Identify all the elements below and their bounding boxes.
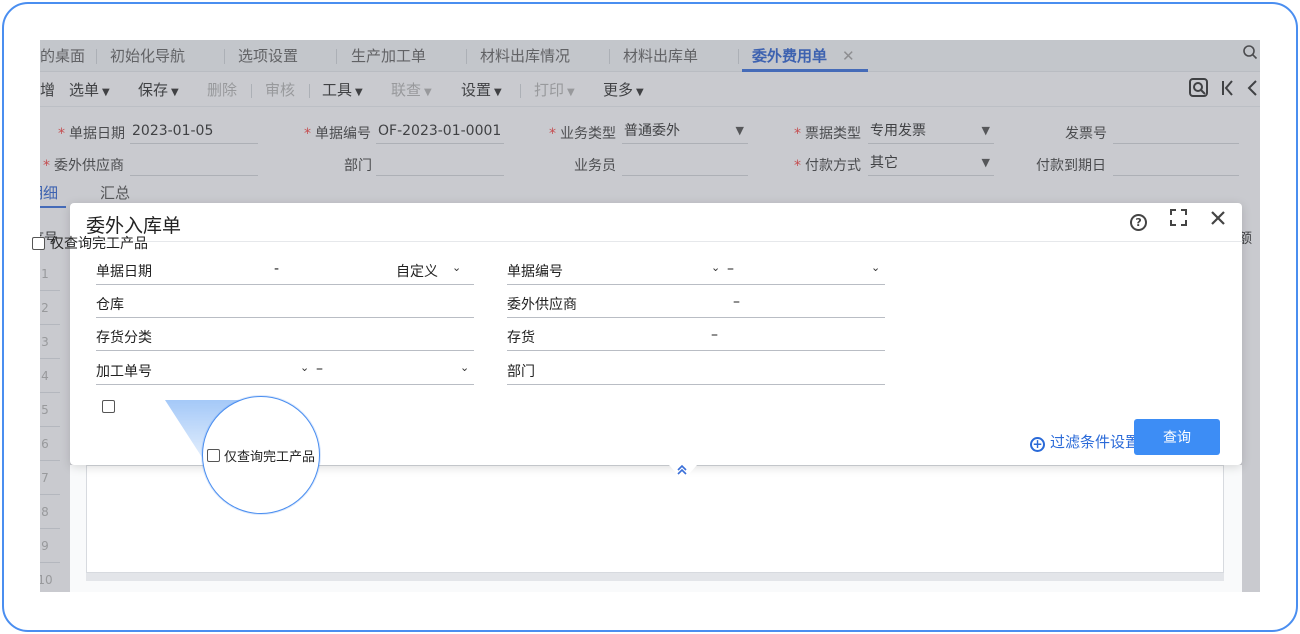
filter-doc-no-dash: –: [727, 261, 734, 277]
filter-warehouse-label: 仓库: [96, 297, 124, 313]
chevron-double-up-icon[interactable]: [676, 464, 688, 480]
filter-doc-date[interactable]: 单据日期 - 自定义 ⌄: [96, 255, 474, 285]
callout-label: 仅查询完工产品: [224, 450, 316, 465]
dialog-controls: ?: [1115, 209, 1228, 231]
filter-supplier-dash: –: [733, 294, 740, 310]
filter-inventory-dash: –: [711, 327, 718, 343]
filter-doc-date-range[interactable]: -: [274, 261, 279, 277]
filter-inventory[interactable]: 存货 –: [507, 321, 885, 351]
chevron-down-icon[interactable]: ⌄: [452, 261, 461, 274]
only-finished-checkbox-page[interactable]: [102, 400, 115, 413]
magnifier-callout: 仅查询完工产品: [202, 396, 320, 514]
filter-doc-no-label: 单据编号: [507, 264, 563, 280]
filter-doc-no[interactable]: 单据编号 ⌄ – ⌄: [507, 255, 885, 285]
dialog-divider: [70, 241, 1242, 242]
only-finished-label: 仅查询完工产品: [50, 236, 148, 252]
filter-inventory-class-label: 存货分类: [96, 330, 152, 346]
only-finished-checkbox[interactable]: [32, 237, 45, 250]
callout-checkbox: [207, 449, 220, 462]
query-button[interactable]: 查询: [1134, 419, 1220, 455]
filter-process-no-dash: –: [316, 361, 323, 377]
filter-supplier[interactable]: 委外供应商 –: [507, 288, 885, 318]
filter-doc-date-mode[interactable]: 自定义: [396, 261, 438, 281]
app-window: 的桌面 初始化导航 选项设置 生产加工单 材料出库情况 材料出库单 委外费用单 …: [32, 40, 1260, 592]
filter-dept-label: 部门: [507, 364, 535, 380]
chevron-down-icon[interactable]: ⌄: [460, 361, 469, 374]
chevron-down-icon[interactable]: ⌄: [300, 361, 309, 374]
chevron-down-icon[interactable]: ⌄: [871, 261, 880, 274]
filter-dept[interactable]: 部门: [507, 355, 885, 385]
filter-process-no-label: 加工单号: [96, 364, 152, 380]
filter-doc-date-label: 单据日期: [96, 264, 152, 280]
result-list-scrollbar[interactable]: [86, 573, 1224, 581]
filter-warehouse[interactable]: 仓库: [96, 288, 474, 318]
filter-process-no[interactable]: 加工单号 ⌄ – ⌄: [96, 355, 474, 385]
chevron-down-icon[interactable]: ⌄: [711, 261, 720, 274]
help-icon[interactable]: ?: [1129, 210, 1149, 231]
filter-inventory-label: 存货: [507, 330, 535, 346]
filter-settings-link[interactable]: + 过滤条件设置: [1030, 431, 1140, 452]
filter-inventory-class[interactable]: 存货分类: [96, 321, 474, 351]
filter-supplier-label: 委外供应商: [507, 297, 577, 313]
maximize-icon[interactable]: [1168, 209, 1188, 231]
close-icon[interactable]: [1208, 210, 1228, 231]
add-circle-icon: +: [1030, 437, 1045, 452]
filter-settings-label: 过滤条件设置: [1050, 433, 1141, 451]
